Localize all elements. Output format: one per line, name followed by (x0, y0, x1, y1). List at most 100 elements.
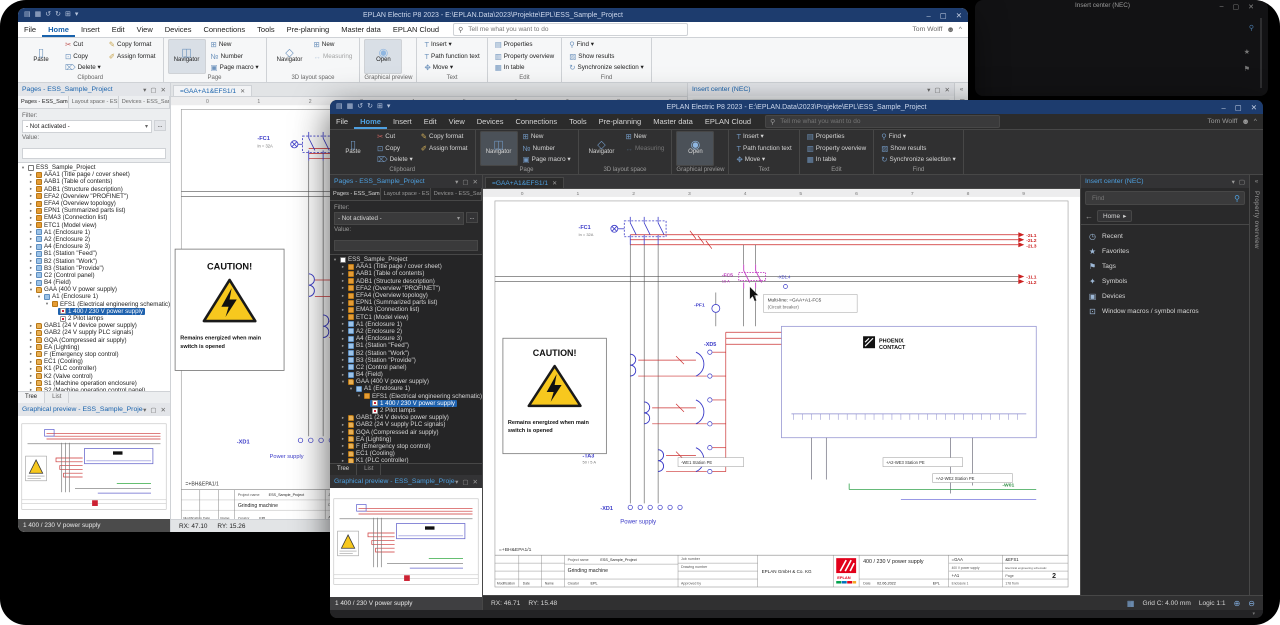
tree-item[interactable]: 2 Pilot lamps (330, 407, 482, 414)
ribbon-button[interactable]: ✂Cut (374, 131, 416, 143)
ribbon-button[interactable]: ✐Assign format (106, 51, 159, 63)
tree-item[interactable]: ▾ ESS_Sample_Project (18, 164, 170, 171)
tree-item[interactable]: ▸ B3 (Station "Provide") (330, 357, 482, 364)
list-tab[interactable]: List (45, 392, 69, 403)
tree-item[interactable]: ▾ A1 (Enclosure 1) (330, 385, 482, 392)
tree-item[interactable]: ▸ AAA1 (Title page / cover sheet) (18, 171, 170, 178)
ribbon-button[interactable]: ◉Open (364, 39, 402, 74)
tree-item[interactable]: ▸ A2 (Enclosure 2) (18, 236, 170, 243)
ribbon-button[interactable]: ⌦Delete ▾ (374, 154, 416, 166)
tree-item[interactable]: ▸ A4 (Enclosure 3) (330, 335, 482, 342)
ribbon-button[interactable]: ⊡Copy (62, 51, 104, 63)
panel-float-icon[interactable]: ▢ (1239, 178, 1245, 186)
ribbon-button[interactable]: ↻Synchronize selection ▾ (566, 62, 646, 74)
ribbon-tab[interactable]: File (330, 114, 354, 129)
tree-item[interactable]: ▸ EFA2 (Overview "PROFINET") (330, 285, 482, 292)
tree-item[interactable]: ▸ GQA (Compressed air supply) (330, 429, 482, 436)
dock-tab[interactable]: Pages - ESS_Sample_P... (330, 188, 381, 200)
insert-center-search-input[interactable] (1090, 194, 1234, 203)
tree-item[interactable]: ▸ EMA3 (Connection list) (330, 306, 482, 313)
tree-item[interactable]: ▸ EFA4 (Overview topology) (330, 292, 482, 299)
ribbon-button[interactable]: ⊞New (311, 39, 356, 51)
tab-close-icon[interactable]: ✕ (240, 88, 245, 95)
ribbon-button[interactable]: ▣Page macro ▾ (520, 154, 574, 166)
ribbon-tab[interactable]: Home (354, 114, 387, 129)
tree-item[interactable]: ▸ ADB1 (Structure description) (330, 278, 482, 285)
tree-item[interactable]: ▸ AAA1 (Title page / cover sheet) (330, 263, 482, 270)
panel-close-icon[interactable]: ✕ (161, 406, 166, 414)
tree-item[interactable]: ▾ EFS1 (Electrical engineering schematic… (330, 393, 482, 400)
preview-thumbnail[interactable] (18, 416, 170, 519)
ribbon-button[interactable]: ◇Navigator (583, 131, 621, 166)
tree-item[interactable]: ▸ EFA2 (Overview "PROFINET") (18, 193, 170, 200)
tree-item[interactable]: ▸ GAB2 (24 V supply PLC signals) (330, 421, 482, 428)
ribbon-button[interactable]: ↻Synchronize selection ▾ (878, 154, 958, 166)
ribbon-tab[interactable]: EPLAN Cloud (387, 22, 445, 37)
tree-item[interactable]: ▸ B2 (Station "Work") (18, 257, 170, 264)
panel-dropdown-icon[interactable]: ▾ (455, 478, 458, 486)
tree-item[interactable]: ▸ GAB2 (24 V supply PLC signals) (18, 329, 170, 336)
ribbon-tab[interactable]: Pre-planning (593, 114, 648, 129)
back-arrow-icon[interactable]: ← (1085, 212, 1093, 221)
tree-item[interactable]: ▸ C2 (Control panel) (18, 272, 170, 279)
tree-item[interactable]: ▸ AAB1 (Table of contents) (330, 270, 482, 277)
tree-item[interactable]: ▸ GAB1 (24 V device power supply) (330, 414, 482, 421)
filter-value-input[interactable] (334, 240, 478, 251)
ribbon-button[interactable]: ▨Show results (566, 51, 646, 63)
quick-access-icon[interactable]: ▤ (24, 8, 31, 22)
ribbon-tab[interactable]: Master data (647, 114, 699, 129)
panel-close-icon[interactable]: ✕ (945, 86, 950, 94)
insert-center-item[interactable]: ✦ Symbols (1083, 274, 1247, 289)
ribbon-tab[interactable]: View (131, 22, 159, 37)
ribbon-tab[interactable]: Connections (509, 114, 563, 129)
tree-item[interactable]: ▸ K1 (PLC controller) (18, 365, 170, 372)
tree-tab[interactable]: Tree (18, 392, 45, 403)
tree-item[interactable]: ▸ EMA3 (Connection list) (18, 214, 170, 221)
tab-close-icon[interactable]: ✕ (552, 180, 557, 187)
tree-item[interactable]: ▸ C2 (Control panel) (330, 364, 482, 371)
quick-access-icon[interactable]: ▦ (35, 8, 42, 22)
ribbon-tab[interactable]: Home (42, 22, 75, 37)
tree-item[interactable]: ▸ F (Emergency stop control) (18, 351, 170, 358)
ribbon-button[interactable]: ✐Assign format (418, 143, 471, 155)
dock-tab[interactable]: Devices - ESS_Sample_... (119, 96, 170, 108)
tree-item[interactable]: ▸ EFA4 (Overview topology) (18, 200, 170, 207)
dock-tab[interactable]: Pages - ESS_Sample_P... (18, 96, 69, 108)
panel-close-icon[interactable]: ✕ (161, 86, 166, 94)
document-tab[interactable]: =GAA+A1&EFS1/1 ✕ (485, 177, 564, 188)
insert-center-item[interactable]: ⚑ Tags (1083, 259, 1247, 274)
tree-item[interactable]: ▸ B4 (Field) (330, 371, 482, 378)
tree-item[interactable]: ▸ EPN1 (Summarized parts list) (18, 207, 170, 214)
insert-center-item[interactable]: ⊡ Window macros / symbol macros (1083, 304, 1247, 319)
ribbon-button[interactable]: TInsert ▾ (421, 39, 482, 51)
grid-setting[interactable]: Grid C: 4.00 mm (1142, 600, 1190, 607)
ribbon-button[interactable]: ↔Measuring (311, 51, 356, 63)
ribbon-button[interactable]: ⚲Find ▾ (878, 131, 958, 143)
filter-more-button[interactable]: ... (466, 212, 478, 223)
quick-access-icon[interactable]: ⊞ (377, 100, 383, 114)
insert-center-search[interactable]: ⚲ (1085, 191, 1245, 205)
maximize-button[interactable]: ▢ (1235, 103, 1242, 112)
tree-item[interactable]: ▾ A1 (Enclosure 1) (18, 293, 170, 300)
grid-icon[interactable]: ▦ (1127, 599, 1135, 608)
tree-item[interactable]: ▸ K2 (Valve control) (18, 372, 170, 379)
quick-access-icon[interactable]: ▦ (347, 100, 354, 114)
panel-float-icon[interactable]: ▢ (462, 478, 468, 486)
ribbon-tab[interactable]: Master data (335, 22, 387, 37)
tree-item[interactable]: ▸ AAB1 (Table of contents) (18, 178, 170, 185)
quick-access-icon[interactable]: ↺ (357, 100, 363, 114)
ribbon-tab[interactable]: Edit (106, 22, 131, 37)
tree-item[interactable]: ▸ A1 (Enclosure 1) (18, 229, 170, 236)
preview-thumbnail[interactable] (330, 488, 482, 597)
tree-item[interactable]: ▾ GAA (400 V power supply) (330, 378, 482, 385)
document-tab[interactable]: =GAA+A1&EFS1/1 ✕ (173, 85, 252, 96)
insert-center-item[interactable]: ▣ Devices (1083, 289, 1247, 304)
tree-item[interactable]: ▸ EA (Lighting) (18, 344, 170, 351)
close-button[interactable]: ✕ (1251, 103, 1257, 112)
property-overview-tab[interactable]: Property overview (1253, 191, 1260, 249)
ribbon-button[interactable]: №Number (520, 143, 574, 155)
tree-item[interactable]: ▸ GQA (Compressed air supply) (18, 337, 170, 344)
ribbon-button[interactable]: ▦In table (492, 62, 558, 74)
tree-item[interactable]: ▸ EC1 (Cooling) (330, 450, 482, 457)
quick-access-icon[interactable]: ↺ (45, 8, 51, 22)
